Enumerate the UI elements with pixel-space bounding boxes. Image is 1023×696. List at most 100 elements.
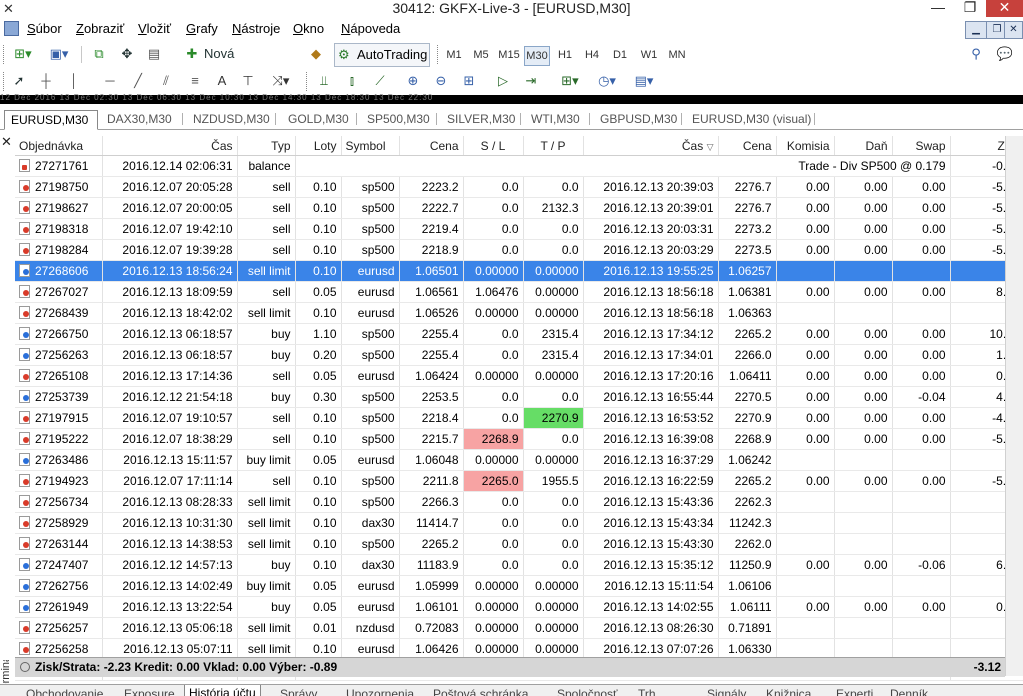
table-row[interactable]: 27256734 2016.12.13 08:28:33 sell limit 0.1… (15, 491, 1023, 513)
new-order-icon[interactable]: ✚ (184, 44, 200, 64)
chart-shift-icon[interactable]: ⇥ (520, 71, 542, 91)
timeframe-h1[interactable]: H1 (553, 46, 577, 64)
mdi-minimize-button[interactable]: ▁ (965, 21, 987, 39)
table-row[interactable]: 27268606 2016.12.13 18:56:24 sell limit 0.1… (15, 260, 1023, 282)
fibonacci-icon[interactable]: ≡ (184, 71, 206, 91)
terminal-close-icon[interactable]: ✕ (1, 134, 12, 150)
timeframe-w1[interactable]: W1 (637, 46, 661, 64)
timeframe-m5[interactable]: M5 (469, 46, 493, 64)
chat-icon[interactable]: 💬 (992, 44, 1018, 64)
col-header-open-time[interactable]: Čas (102, 136, 238, 156)
col-header-tax[interactable]: Daň (834, 136, 893, 156)
close-button[interactable]: ✕ (986, 0, 1023, 17)
tab-mailbox[interactable]: Poštová schránka (433, 685, 528, 696)
table-row[interactable]: 27198750 2016.12.07 20:05:28 sell 0.10 sp500… (15, 176, 1023, 198)
candlestick-icon[interactable]: ⫾ (341, 71, 363, 91)
profiles-icon[interactable]: ▣▾ (44, 44, 74, 64)
shapes-dropdown-icon[interactable]: ⤨▾ (266, 71, 296, 91)
line-chart-icon[interactable]: ⟋ (369, 71, 391, 91)
table-row[interactable]: 27247407 2016.12.12 14:57:13 buy 0.10 dax30 1… (15, 554, 1023, 576)
col-header-tp[interactable]: T / P (523, 136, 584, 156)
col-header-close-time[interactable]: Čas ▽ (583, 136, 719, 156)
tab-company[interactable]: Spoločnosť (557, 685, 618, 696)
toolbar-grip[interactable] (3, 45, 6, 64)
tab-nzdusd-m30[interactable]: NZDUSD,M30 (187, 110, 276, 128)
zoom-out-icon[interactable]: ⊖ (430, 71, 452, 91)
search-icon[interactable]: ⚲ (966, 44, 986, 64)
col-header-lots[interactable]: Loty (295, 136, 342, 156)
table-row[interactable]: 27198627 2016.12.07 20:00:05 sell 0.10 sp500… (15, 197, 1023, 219)
menu-vlozit[interactable]: Vložiť (138, 21, 171, 36)
table-row[interactable]: 27194923 2016.12.07 17:11:14 sell 0.10 sp500… (15, 470, 1023, 492)
table-row[interactable]: 27258929 2016.12.13 10:31:30 sell limit 0.1… (15, 512, 1023, 534)
timeframe-h4[interactable]: H4 (580, 46, 604, 64)
col-header-order[interactable]: Objednávka (15, 136, 103, 156)
vertical-line-icon[interactable]: │ (66, 71, 82, 91)
tab-eurusd-m30[interactable]: EURUSD,M30 (4, 110, 98, 130)
market-watch-icon[interactable]: ⧉ (88, 44, 110, 64)
strategy-tester-icon[interactable]: ◆ (306, 44, 326, 64)
timeframe-m1[interactable]: M1 (442, 46, 466, 64)
table-row[interactable]: 27256263 2016.12.13 06:18:57 buy 0.20 sp500 2… (15, 344, 1023, 366)
new-chart-icon[interactable]: ⊞▾ (8, 44, 38, 64)
mdi-close-button[interactable]: ✕ (1004, 21, 1023, 39)
crosshair-icon[interactable]: ┼ (36, 71, 56, 91)
timeframe-m15[interactable]: M15 (496, 46, 522, 64)
timeframe-m30[interactable]: M30 (524, 46, 550, 66)
toolbar-grip[interactable] (3, 72, 6, 91)
terminal-icon[interactable]: ▤ (143, 44, 165, 64)
toolbar-grip[interactable] (437, 45, 440, 64)
table-row[interactable]: 27265108 2016.12.13 17:14:36 sell 0.05 eurus… (15, 365, 1023, 387)
tab-signals[interactable]: Signály (707, 685, 746, 696)
table-row[interactable]: 27267027 2016.12.13 18:09:59 sell 0.05 eurus… (15, 281, 1023, 303)
table-row[interactable]: 27195222 2016.12.07 18:38:29 sell 0.10 sp500… (15, 428, 1023, 450)
table-row[interactable]: 27197915 2016.12.07 19:10:57 sell 0.10 sp500… (15, 407, 1023, 429)
col-header-type[interactable]: Typ (237, 136, 296, 156)
tab-journal[interactable]: Denník (890, 685, 928, 696)
tab-wti-m30[interactable]: WTI,M30 (525, 110, 586, 128)
table-row[interactable]: 27198318 2016.12.07 19:42:10 sell 0.10 sp500… (15, 218, 1023, 240)
menu-nastroje[interactable]: Nástroje (232, 21, 280, 36)
new-order-button[interactable]: Nová objednávka (204, 44, 300, 81)
channel-icon[interactable]: ⫽ (155, 71, 177, 91)
col-header-price[interactable]: Cena (399, 136, 464, 156)
tab-code-base[interactable]: Knižnica (766, 685, 811, 696)
autoscroll-icon[interactable]: ▷ (492, 71, 514, 91)
tab-account-history[interactable]: História účtu (184, 685, 261, 696)
table-row[interactable]: 27198284 2016.12.07 19:39:28 sell 0.10 sp500… (15, 239, 1023, 261)
text-icon[interactable]: A (213, 71, 231, 91)
toolbar-grip[interactable] (306, 72, 309, 91)
table-row[interactable]: 27262756 2016.12.13 14:02:49 buy limit 0.05… (15, 575, 1023, 597)
autotrading-button[interactable]: ⚙ AutoTrading (334, 43, 430, 67)
cursor-icon[interactable]: ➚ (10, 71, 28, 91)
table-row[interactable]: 27263486 2016.12.13 15:11:57 buy limit 0.05… (15, 449, 1023, 471)
menu-grafy[interactable]: Grafy (186, 21, 218, 36)
table-row[interactable]: 27271761 2016.12.14 02:06:31 balance Trade … (15, 155, 1023, 177)
table-row[interactable]: 27256257 2016.12.13 05:06:18 sell limit 0.0… (15, 617, 1023, 639)
timeframe-mn[interactable]: MN (664, 46, 690, 64)
bar-chart-icon[interactable]: ⫫ (313, 71, 335, 91)
minimize-button[interactable]: — (923, 0, 953, 17)
maximize-button[interactable]: ❐ (955, 0, 985, 17)
menu-subor[interactable]: Súbor (27, 21, 62, 36)
menu-okno[interactable]: Okno (293, 21, 324, 36)
tab-dax30-m30[interactable]: DAX30,M30 (101, 110, 178, 128)
tab-experts[interactable]: Experti (836, 685, 873, 696)
col-header-commission[interactable]: Komisia (776, 136, 835, 156)
trendline-icon[interactable]: ╱ (128, 71, 148, 91)
navigator-icon[interactable]: ✥ (116, 44, 138, 64)
table-row[interactable]: 27253739 2016.12.12 21:54:18 buy 0.30 sp500 2… (15, 386, 1023, 408)
tab-market[interactable]: Trh (638, 685, 656, 696)
col-header-close-price[interactable]: Cena (718, 136, 777, 156)
tab-news[interactable]: Správy (280, 685, 317, 696)
tab-silver-m30[interactable]: SILVER,M30 (441, 110, 521, 128)
menu-napoveda[interactable]: Nápoveda (341, 21, 400, 36)
col-header-symbol[interactable]: Symbol (341, 136, 400, 156)
zoom-in-icon[interactable]: ⊕ (402, 71, 424, 91)
vertical-scrollbar[interactable] (1005, 136, 1023, 676)
horizontal-line-icon[interactable]: ─ (100, 71, 120, 91)
col-header-sl[interactable]: S / L (463, 136, 524, 156)
table-row[interactable]: 27261949 2016.12.13 13:22:54 buy 0.05 eurusd… (15, 596, 1023, 618)
tab-eurusd-m30-visual[interactable]: EURUSD,M30 (visual) (686, 110, 817, 128)
templates-icon[interactable]: ▤▾ (629, 71, 659, 91)
